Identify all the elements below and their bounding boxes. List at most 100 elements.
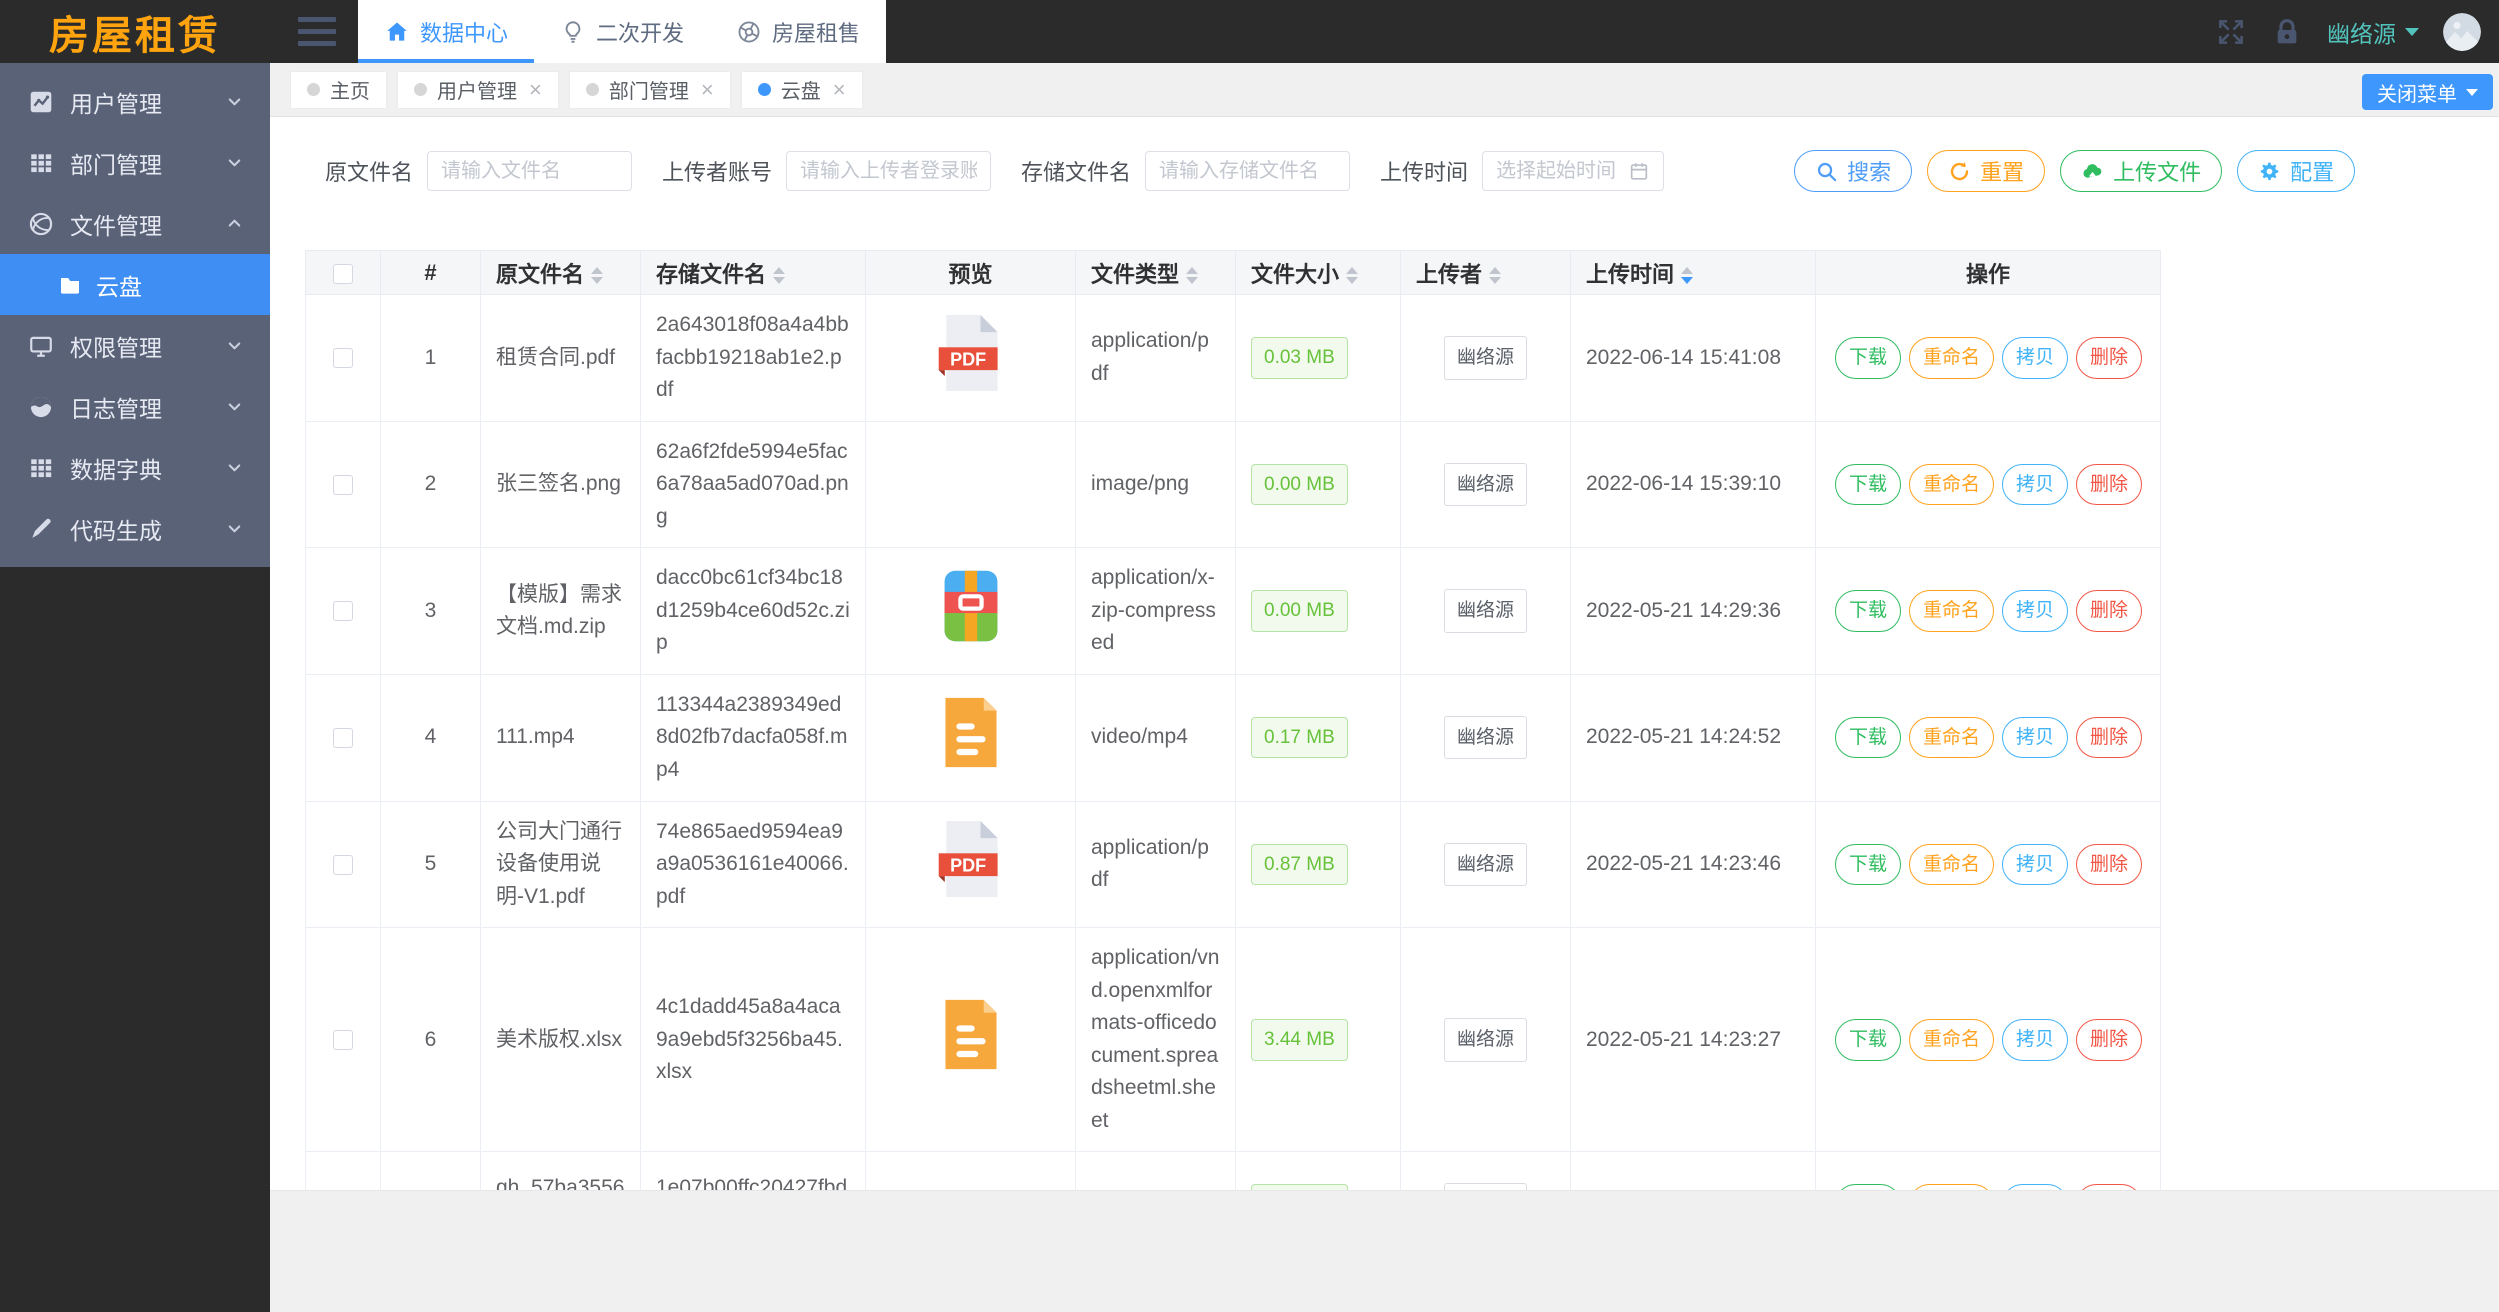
copy-button[interactable]: 拷贝 [2002, 717, 2069, 759]
sort-carets-icon[interactable] [591, 267, 604, 285]
sort-carets-icon[interactable] [1186, 267, 1199, 285]
column-header-上传时间[interactable]: 上传时间 [1570, 250, 1816, 295]
lock-icon[interactable] [2271, 16, 2303, 48]
delete-button[interactable]: 删除 [2076, 1019, 2143, 1061]
sort-carets-icon[interactable] [1489, 267, 1502, 285]
sort-desc-icon[interactable] [1186, 277, 1199, 285]
column-header-上传者[interactable]: 上传者 [1400, 250, 1571, 295]
download-button[interactable]: 下载 [1835, 717, 1902, 759]
sort-asc-icon[interactable] [1489, 267, 1502, 275]
rename-button[interactable]: 重命名 [1909, 337, 1995, 379]
file-doc-icon[interactable] [940, 694, 1002, 771]
delete-button[interactable]: 删除 [2076, 463, 2143, 506]
row-checkbox[interactable] [333, 348, 353, 368]
tab-home[interactable]: 主页 [290, 70, 387, 109]
sort-carets-icon[interactable] [1681, 267, 1694, 285]
row-select-cell [305, 927, 381, 1153]
file-pdf-icon[interactable]: PDF [933, 311, 1009, 395]
original-filename-cell: 租赁合同.pdf [480, 294, 641, 422]
file-pdf-icon[interactable]: PDF [933, 817, 1009, 901]
sidebar-item-user-management[interactable]: 用户管理 [0, 71, 270, 132]
sort-asc-icon[interactable] [773, 267, 786, 275]
nav-tab-data-center[interactable]: 数据中心 [358, 0, 535, 63]
delete-button[interactable]: 删除 [2076, 337, 2143, 379]
sort-asc-icon[interactable] [1346, 267, 1359, 275]
file-zip-icon[interactable] [939, 569, 1003, 643]
copy-button[interactable]: 拷贝 [2002, 337, 2069, 379]
download-button[interactable]: 下载 [1835, 843, 1902, 886]
reset-button[interactable]: 重置 [1927, 150, 2046, 192]
download-button[interactable]: 下载 [1835, 337, 1902, 379]
copy-button[interactable]: 拷贝 [2002, 1019, 2069, 1061]
tab-cloud-disk[interactable]: 云盘 × [740, 70, 863, 109]
nav-tab-secondary-dev[interactable]: 二次开发 [534, 0, 710, 63]
close-icon[interactable]: × [833, 78, 846, 101]
sort-asc-icon[interactable] [591, 267, 604, 275]
sort-desc-icon[interactable] [1681, 277, 1694, 285]
copy-button[interactable]: 拷贝 [2002, 463, 2069, 506]
rename-button[interactable]: 重命名 [1909, 843, 1995, 886]
upload-file-button[interactable]: 上传文件 [2060, 150, 2223, 192]
config-button[interactable]: 配置 [2237, 150, 2356, 192]
tab-user-management[interactable]: 用户管理 × [397, 70, 559, 109]
hamburger-menu-icon[interactable] [298, 17, 336, 46]
rename-button[interactable]: 重命名 [1909, 463, 1995, 506]
file-size-badge: 0.00 MB [1251, 463, 1348, 506]
copy-button[interactable]: 拷贝 [2002, 590, 2069, 632]
download-button[interactable]: 下载 [1835, 1019, 1902, 1061]
row-checkbox[interactable] [333, 727, 353, 748]
sort-carets-icon[interactable] [1346, 267, 1359, 285]
filter-upload-time-input[interactable] [1496, 159, 1623, 183]
row-checkbox[interactable] [333, 1030, 353, 1051]
fullscreen-icon[interactable] [2215, 16, 2247, 48]
sidebar-item-cloud-disk[interactable]: 云盘 [0, 254, 270, 315]
column-header-label: 预览 [948, 261, 993, 287]
chevron-down-icon [225, 458, 244, 477]
column-header-文件类型[interactable]: 文件类型 [1075, 250, 1236, 295]
delete-button[interactable]: 删除 [2076, 843, 2143, 886]
sidebar-item-code-generation[interactable]: 代码生成 [0, 498, 270, 559]
delete-button[interactable]: 删除 [2076, 590, 2143, 632]
row-checkbox[interactable] [333, 474, 353, 495]
search-button[interactable]: 搜索 [1794, 150, 1913, 192]
row-checkbox[interactable] [333, 854, 353, 875]
delete-button[interactable]: 删除 [2076, 717, 2143, 759]
column-header-原文件名[interactable]: 原文件名 [480, 250, 641, 295]
rename-button[interactable]: 重命名 [1909, 717, 1995, 759]
storage-filename-cell: 113344a2389349ed8d02fb7dacfa058f.mp4 [640, 673, 866, 802]
rename-button[interactable]: 重命名 [1909, 1019, 1995, 1061]
download-button[interactable]: 下载 [1835, 463, 1902, 506]
avatar[interactable] [2443, 12, 2481, 51]
filter-storage-filename-input[interactable] [1159, 159, 1337, 183]
user-menu[interactable]: 幽络源 [2327, 15, 2419, 49]
nav-tab-house-rental[interactable]: 房屋租售 [710, 0, 886, 63]
row-checkbox[interactable] [333, 601, 353, 622]
column-header-文件大小[interactable]: 文件大小 [1235, 250, 1401, 295]
sort-desc-icon[interactable] [1346, 277, 1359, 285]
close-menu-button[interactable]: 关闭菜单 [2362, 74, 2493, 110]
filter-original-filename-input[interactable] [441, 159, 619, 183]
column-header-存储文件名[interactable]: 存储文件名 [640, 250, 866, 295]
sort-carets-icon[interactable] [773, 267, 786, 285]
sort-asc-icon[interactable] [1681, 267, 1694, 275]
rename-button[interactable]: 重命名 [1909, 590, 1995, 632]
filter-upload-time-label: 上传时间 [1380, 160, 1469, 185]
sort-desc-icon[interactable] [591, 277, 604, 285]
sort-desc-icon[interactable] [1489, 277, 1502, 285]
close-icon[interactable]: × [701, 78, 714, 101]
sort-desc-icon[interactable] [773, 277, 786, 285]
tab-department-management[interactable]: 部门管理 × [568, 70, 731, 109]
sidebar-item-file-management[interactable]: 文件管理 [0, 193, 270, 254]
file-doc-icon[interactable] [940, 996, 1002, 1073]
copy-button[interactable]: 拷贝 [2002, 843, 2069, 886]
sidebar-item-data-dictionary[interactable]: 数据字典 [0, 437, 270, 498]
sidebar-item-department-management[interactable]: 部门管理 [0, 132, 270, 193]
select-all-checkbox[interactable] [333, 263, 353, 284]
sidebar-item-log-management[interactable]: 日志管理 [0, 376, 270, 437]
download-button[interactable]: 下载 [1835, 590, 1902, 632]
close-icon[interactable]: × [529, 78, 542, 101]
filter-uploader-account-input[interactable] [800, 159, 978, 183]
sidebar-item-permission-management[interactable]: 权限管理 [0, 315, 270, 376]
upload-time-cell: 2022-05-21 14:23:46 [1570, 800, 1816, 929]
sort-asc-icon[interactable] [1186, 267, 1199, 275]
